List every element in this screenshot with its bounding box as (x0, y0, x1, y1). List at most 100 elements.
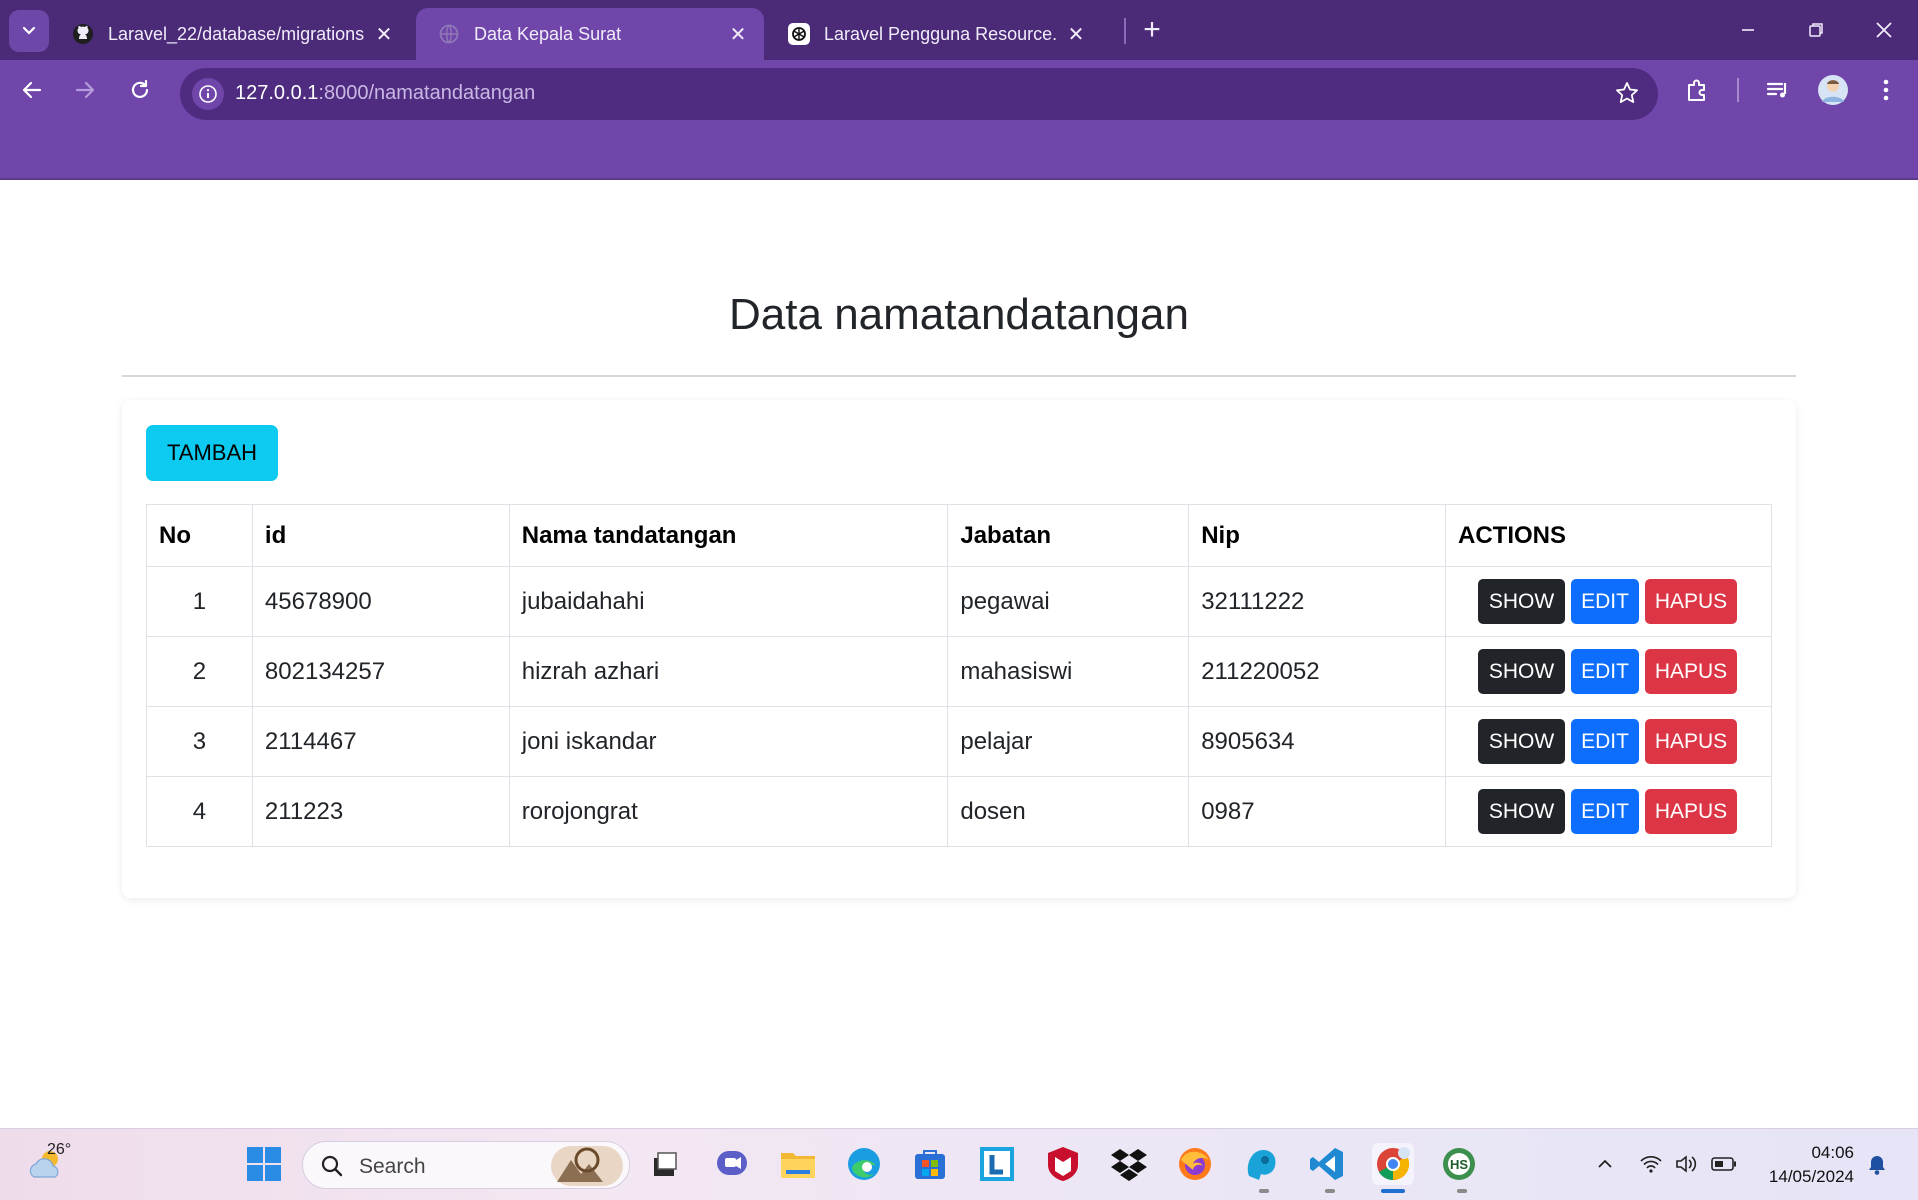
chrome-icon (1377, 1147, 1410, 1181)
site-info-icon[interactable] (192, 78, 224, 110)
chevron-up-icon (1598, 1159, 1612, 1168)
github-icon (72, 23, 94, 45)
mcafee-button[interactable] (1042, 1143, 1084, 1185)
running-indicator (1325, 1189, 1335, 1193)
cell-nip: 32111222 (1188, 566, 1447, 637)
edit-button[interactable]: EDIT (1571, 789, 1640, 834)
tab-strip: Laravel_22/database/migrations ✕ Data Ke… (0, 0, 1918, 60)
close-icon[interactable]: ✕ (372, 22, 396, 46)
chatgpt-icon (788, 23, 810, 45)
chevron-down-icon (22, 26, 36, 35)
volume-status[interactable] (1666, 1143, 1708, 1185)
start-button[interactable] (243, 1143, 285, 1185)
linkedin-learning-button[interactable] (976, 1143, 1018, 1185)
cell-nip: 0987 (1188, 776, 1447, 847)
cell-no: 3 (146, 706, 253, 777)
edge-icon (848, 1148, 880, 1180)
active-indicator (1381, 1189, 1405, 1193)
chrome-button[interactable] (1372, 1143, 1414, 1185)
edge-button[interactable] (843, 1143, 885, 1185)
teams-chat-button[interactable] (711, 1143, 753, 1185)
tab-search-button[interactable] (9, 10, 49, 52)
show-button[interactable]: SHOW (1478, 789, 1566, 834)
close-icon (1876, 22, 1892, 38)
minimize-button[interactable] (1722, 8, 1774, 52)
cell-no: 1 (146, 566, 253, 637)
dropbox-button[interactable] (1108, 1143, 1150, 1185)
globe-icon (438, 23, 460, 45)
show-button[interactable]: SHOW (1478, 719, 1566, 764)
column-header-nip: Nip (1188, 504, 1447, 567)
edit-button[interactable]: EDIT (1571, 649, 1640, 694)
vscode-button[interactable] (1306, 1143, 1348, 1185)
extensions-button[interactable] (1678, 70, 1718, 110)
task-view-icon (654, 1152, 677, 1176)
cell-jabatan: dosen (947, 776, 1190, 847)
show-hidden-icons-button[interactable] (1584, 1143, 1626, 1185)
delete-button[interactable]: HAPUS (1645, 789, 1738, 834)
cell-id: 211223 (251, 776, 510, 847)
add-button[interactable]: TAMBAH (146, 425, 278, 481)
close-icon[interactable]: ✕ (1064, 22, 1088, 46)
column-header-no: No (146, 504, 253, 567)
cell-nama: rorojongrat (508, 776, 949, 847)
data-table: No id Nama tandatangan Jabatan Nip ACTIO… (146, 504, 1772, 847)
blue-app-icon (1247, 1150, 1276, 1180)
show-button[interactable]: SHOW (1478, 579, 1566, 624)
edit-button[interactable]: EDIT (1571, 579, 1640, 624)
running-indicator (1259, 1189, 1269, 1193)
store-button[interactable] (909, 1143, 951, 1185)
delete-button[interactable]: HAPUS (1645, 719, 1738, 764)
clock-time: 04:06 (1811, 1143, 1854, 1162)
search-icon (321, 1155, 343, 1177)
cell-id: 802134257 (251, 636, 510, 707)
edit-button[interactable]: EDIT (1571, 719, 1640, 764)
new-tab-button[interactable]: + (1134, 12, 1170, 48)
tab-github[interactable]: Laravel_22/database/migrations ✕ (50, 8, 410, 60)
profile-avatar[interactable] (1813, 70, 1853, 110)
minimize-icon (1742, 29, 1754, 31)
browser-menu-button[interactable] (1866, 70, 1906, 110)
cell-id: 45678900 (251, 566, 510, 637)
close-icon[interactable]: ✕ (726, 22, 750, 46)
taskbar-search[interactable]: Search (302, 1141, 630, 1189)
url-text[interactable]: 127.0.0.1:8000/namatandatangan (235, 82, 535, 105)
column-header-nama: Nama tandatangan (508, 504, 949, 567)
toolbar-separator (1737, 78, 1739, 102)
forward-button[interactable] (65, 70, 105, 110)
arrow-right-icon (75, 81, 95, 99)
restore-button[interactable] (1790, 8, 1842, 52)
show-button[interactable]: SHOW (1478, 649, 1566, 694)
search-placeholder: Search (359, 1155, 426, 1178)
cell-jabatan: pelajar (947, 706, 1190, 777)
restore-icon (1809, 23, 1823, 37)
delete-button[interactable]: HAPUS (1645, 579, 1738, 624)
notifications-button[interactable] (1856, 1143, 1898, 1185)
file-explorer-button[interactable] (777, 1143, 819, 1185)
tab-data-kepala-surat[interactable]: Data Kepala Surat ✕ (416, 8, 764, 60)
page-content: Data namatandatangan TAMBAH No id Nama t… (0, 182, 1918, 1128)
bookmark-star-icon[interactable] (1614, 80, 1640, 111)
puzzle-icon (1688, 79, 1705, 101)
table-row: 1 45678900 jubaidahahi pegawai 32111222 … (146, 566, 1772, 637)
app-button-blue[interactable] (1240, 1143, 1282, 1185)
firefox-icon (1179, 1148, 1211, 1180)
firefox-button[interactable] (1174, 1143, 1216, 1185)
battery-status[interactable] (1703, 1143, 1745, 1185)
browser-toolbar: 127.0.0.1:8000/namatandatangan (0, 60, 1918, 120)
task-view-button[interactable] (644, 1143, 686, 1185)
media-controls-button[interactable] (1758, 70, 1798, 110)
clock[interactable]: 04:06 14/05/2024 (1769, 1141, 1854, 1189)
data-card: TAMBAH No id Nama tandatangan Jabatan Ni… (122, 400, 1796, 898)
reload-button[interactable] (120, 70, 160, 110)
back-button[interactable] (12, 70, 52, 110)
address-bar[interactable]: 127.0.0.1:8000/namatandatangan (180, 68, 1658, 120)
cell-actions: SHOW EDIT HAPUS (1445, 636, 1772, 707)
tab-laravel-pengguna[interactable]: Laravel Pengguna Resource. ✕ (766, 8, 1102, 60)
delete-button[interactable]: HAPUS (1645, 649, 1738, 694)
hs-app-button[interactable]: HS (1438, 1143, 1480, 1185)
battery-icon (1711, 1157, 1736, 1171)
close-window-button[interactable] (1858, 8, 1910, 52)
bookmarks-bar (0, 120, 1918, 180)
url-path: :8000/namatandatangan (318, 82, 536, 104)
